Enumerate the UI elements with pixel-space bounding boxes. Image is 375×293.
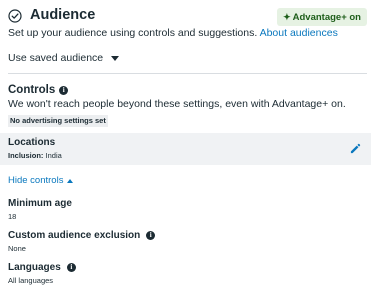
audience-subtitle: Set up your audience using controls and … [8, 27, 338, 39]
check-circle-icon [8, 9, 22, 23]
saved-audience-label: Use saved audience [8, 52, 104, 64]
hide-controls-label: Hide controls [8, 175, 64, 186]
inclusion-label: Inclusion: [8, 151, 44, 160]
custom-exclusion-value: None [8, 244, 26, 253]
audience-header: Audience ✦ Advantage+ on [8, 6, 367, 28]
minimum-age-title[interactable]: Minimum age [8, 198, 72, 209]
info-icon[interactable]: i [59, 85, 69, 95]
sparkle-icon: ✦ [283, 12, 291, 22]
locations-summary: Inclusion: India [8, 151, 62, 160]
info-icon[interactable]: i [66, 263, 76, 272]
status-badge: No advertising settings set [8, 115, 108, 127]
section-divider [8, 73, 367, 74]
chevron-up-icon [67, 178, 74, 183]
advantage-badge: ✦ Advantage+ on [277, 8, 367, 26]
languages-title[interactable]: Languages i [8, 262, 76, 273]
custom-exclusion-title[interactable]: Custom audience exclusion i [8, 230, 156, 241]
locations-title: Locations [8, 137, 56, 148]
chevron-down-icon [111, 56, 120, 61]
use-saved-audience-dropdown[interactable]: Use saved audience [8, 52, 120, 64]
subtitle-text: Set up your audience using controls and … [8, 27, 258, 39]
controls-title: Controls [8, 84, 56, 96]
advantage-badge-label: Advantage+ on [292, 12, 361, 23]
languages-value: All languages [8, 276, 54, 285]
locations-row[interactable]: Locations Inclusion: India [0, 133, 371, 165]
page-title: Audience [30, 7, 96, 23]
info-icon[interactable]: i [146, 231, 156, 240]
pencil-icon[interactable] [350, 143, 361, 154]
hide-controls-button[interactable]: Hide controls [8, 175, 74, 186]
inclusion-value: India [45, 151, 62, 160]
about-audiences-link[interactable]: About audiences [260, 27, 338, 39]
controls-heading: Controls i [8, 84, 69, 96]
controls-description: We won't reach people beyond these setti… [8, 98, 346, 110]
custom-exclusion-label: Custom audience exclusion [8, 230, 141, 241]
minimum-age-label: Minimum age [8, 198, 72, 209]
languages-label: Languages [8, 262, 61, 273]
minimum-age-value: 18 [8, 212, 17, 221]
